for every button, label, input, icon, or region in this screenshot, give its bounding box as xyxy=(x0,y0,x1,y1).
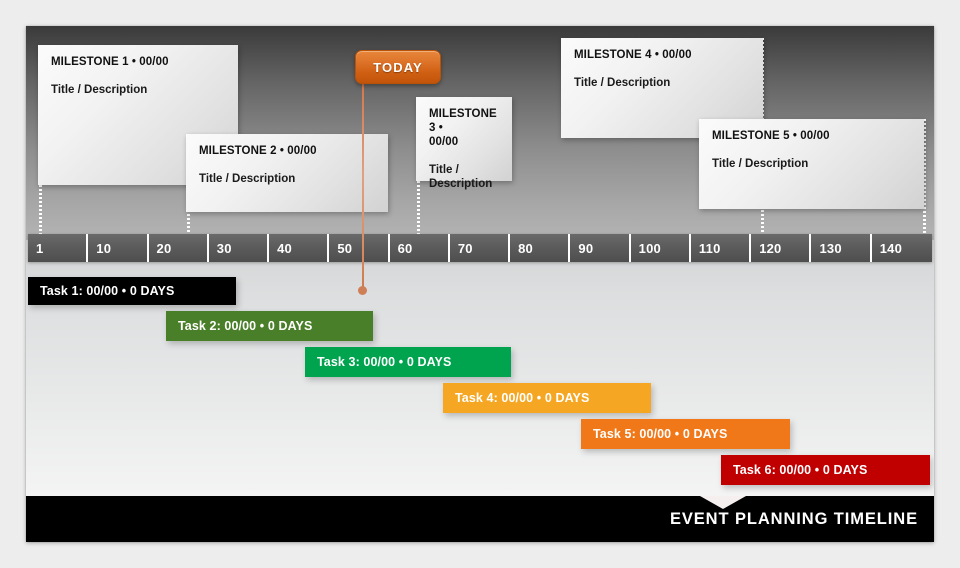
footer-title: EVENT PLANNING TIMELINE xyxy=(669,509,918,528)
scale-tick-label: 20 xyxy=(156,240,172,256)
scale-tick-label: 70 xyxy=(457,240,473,256)
scale-tick-60[interactable]: 60 xyxy=(389,234,450,262)
scale-tick-70[interactable]: 70 xyxy=(449,234,511,262)
scale-tick-label: 1 xyxy=(36,240,44,256)
slide-footer: EVENT PLANNING TIMELINE xyxy=(26,496,934,542)
scale-tick-110[interactable]: 110 xyxy=(690,234,752,262)
scale-tick-20[interactable]: 20 xyxy=(148,234,209,262)
scale-tick-label: 130 xyxy=(819,240,842,256)
scale-tick-label: 140 xyxy=(879,240,903,256)
scale-tick-40[interactable]: 40 xyxy=(269,234,330,262)
scale-tick-label: 60 xyxy=(397,240,413,256)
milestone-description-4: Title / Description xyxy=(574,77,671,89)
slide-page: MILESTONE 1 • 00/00 Title / Description MI… xyxy=(0,0,960,568)
scale-tick-label: 80 xyxy=(518,240,533,256)
timeline-slide: MILESTONE 1 • 00/00 Title / Description MI… xyxy=(26,26,934,542)
milestone-box-3[interactable]: MILESTONE 3 • 00/00 Title / Description xyxy=(416,97,512,190)
milestone-title-5: MILESTONE 5 • 00/00 xyxy=(712,130,830,142)
scale-tick-label: 120 xyxy=(759,240,782,256)
scale-tick-label: 10 xyxy=(96,240,112,256)
scale-tick-100[interactable]: 100 xyxy=(630,234,691,262)
task-bar-2[interactable]: Task 2: 00/00 • 0 DAYS xyxy=(166,311,373,341)
scale-tick-30[interactable]: 30 xyxy=(208,234,270,262)
scale-tick-1[interactable]: 1 xyxy=(28,234,89,262)
milestone-title-2: MILESTONE 2 • 00/00 xyxy=(199,145,317,157)
task-bar-6[interactable]: Task 6: 00/00 • 0 DAYS xyxy=(721,455,930,485)
task-bar-label-6: Task 6: 00/00 • 0 DAYS xyxy=(733,463,868,477)
scale-tick-label: 40 xyxy=(277,240,292,256)
scale-tick-label: 100 xyxy=(638,240,661,256)
task-bar-4[interactable]: Task 4: 00/00 • 0 DAYS xyxy=(443,383,651,413)
task-bar-3[interactable]: Task 3: 00/00 • 0 DAYS xyxy=(305,347,511,377)
scale-tick-label: 90 xyxy=(578,240,594,256)
today-marker-dot xyxy=(358,286,367,295)
scale-tick-label: 110 xyxy=(698,240,721,256)
task-bar-label-2: Task 2: 00/00 • 0 DAYS xyxy=(178,319,313,333)
task-bar-5[interactable]: Task 5: 00/00 • 0 DAYS xyxy=(581,419,790,449)
milestone-description-3: Title / Description xyxy=(429,164,493,190)
scale-tick-120[interactable]: 120 xyxy=(751,234,812,262)
scale-tick-80[interactable]: 80 xyxy=(510,234,571,262)
task-bar-label-5: Task 5: 00/00 • 0 DAYS xyxy=(593,427,728,441)
today-badge[interactable]: TODAY xyxy=(355,50,441,84)
scale-tick-label: 50 xyxy=(337,240,353,256)
milestone-description-1: Title / Description xyxy=(51,84,148,96)
milestone-box-5[interactable]: MILESTONE 5 • 00/00 Title / Description xyxy=(699,119,924,209)
task-bar-label-3: Task 3: 00/00 • 0 DAYS xyxy=(317,355,452,369)
scale-tick-10[interactable]: 10 xyxy=(88,234,149,262)
scale-tick-50[interactable]: 50 xyxy=(329,234,390,262)
today-badge-label: TODAY xyxy=(373,59,423,75)
task-bar-label-1: Task 1: 00/00 • 0 DAYS xyxy=(40,284,175,298)
scale-tick-90[interactable]: 90 xyxy=(570,234,631,262)
milestone-title-4: MILESTONE 4 • 00/00 xyxy=(574,49,692,61)
task-bar-1[interactable]: Task 1: 00/00 • 0 DAYS xyxy=(28,277,236,305)
scale-tick-140[interactable]: 140 xyxy=(871,234,932,262)
milestone-box-2[interactable]: MILESTONE 2 • 00/00 Title / Description xyxy=(186,134,388,212)
timeline-scale[interactable]: 1 10 20 30 40 50 60 70 80 90 100 110 120 130 140 xyxy=(28,234,932,262)
task-bar-label-4: Task 4: 00/00 • 0 DAYS xyxy=(455,391,590,405)
milestone-title-3: MILESTONE 3 • 00/00 xyxy=(429,108,497,148)
scale-tick-130[interactable]: 130 xyxy=(811,234,872,262)
milestone-description-5: Title / Description xyxy=(712,158,809,170)
milestone-title-1: MILESTONE 1 • 00/00 xyxy=(51,56,169,68)
today-marker-line xyxy=(362,82,364,289)
scale-tick-label: 30 xyxy=(216,240,232,256)
milestone-description-2: Title / Description xyxy=(199,173,296,185)
